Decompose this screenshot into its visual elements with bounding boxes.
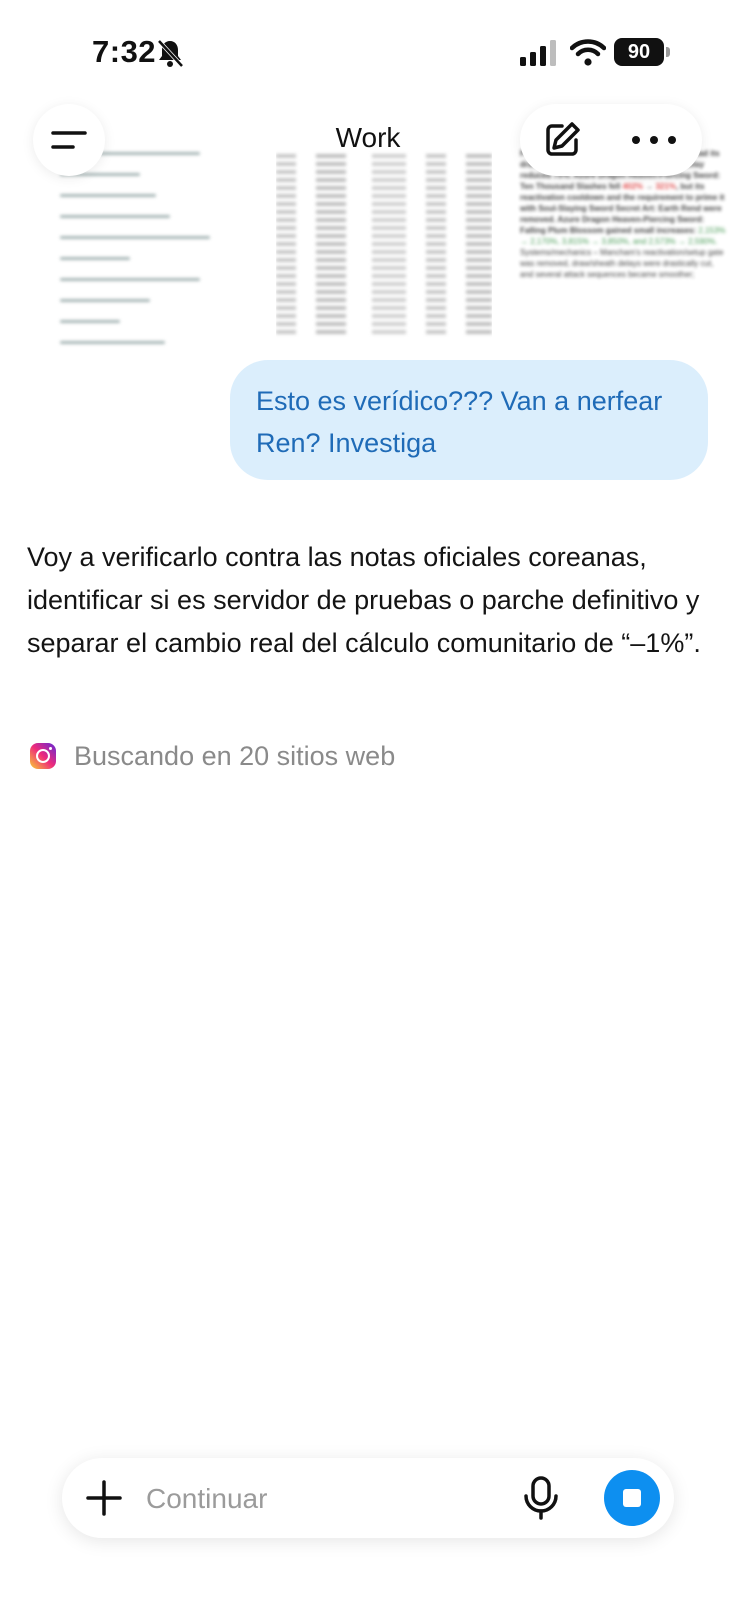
stop-icon bbox=[623, 1489, 641, 1507]
instagram-icon bbox=[30, 743, 56, 769]
notes-line-3: Systems/mechanics – Mancham's reactivati… bbox=[520, 248, 724, 279]
wifi-icon bbox=[570, 39, 606, 66]
message-composer bbox=[62, 1458, 674, 1538]
notes-new-value: 321% bbox=[655, 182, 676, 191]
search-status[interactable]: Buscando en 20 sitios web bbox=[30, 738, 395, 774]
cellular-signal-icon bbox=[520, 40, 556, 66]
notes-old-value: 402% bbox=[622, 182, 644, 191]
battery-icon: 90 bbox=[614, 38, 670, 66]
header-actions bbox=[520, 104, 702, 176]
stop-generation-button[interactable] bbox=[604, 1470, 660, 1526]
bell-slash-icon bbox=[157, 39, 184, 68]
more-horizontal-icon[interactable] bbox=[630, 128, 678, 152]
message-input[interactable] bbox=[144, 1472, 508, 1526]
battery-level: 90 bbox=[614, 38, 664, 66]
plus-icon[interactable] bbox=[84, 1478, 124, 1518]
search-status-text: Buscando en 20 sitios web bbox=[74, 740, 396, 771]
compose-edit-icon[interactable] bbox=[542, 120, 582, 160]
assistant-message: Voy a verificarlo contra las notas ofici… bbox=[27, 542, 701, 658]
microphone-icon[interactable] bbox=[520, 1476, 562, 1520]
user-message-bubble[interactable]: Esto es verídico??? Van a nerfear Ren? I… bbox=[230, 360, 708, 480]
status-time: 7:32 bbox=[92, 34, 157, 69]
status-bar: 7:32 90 bbox=[0, 0, 736, 100]
